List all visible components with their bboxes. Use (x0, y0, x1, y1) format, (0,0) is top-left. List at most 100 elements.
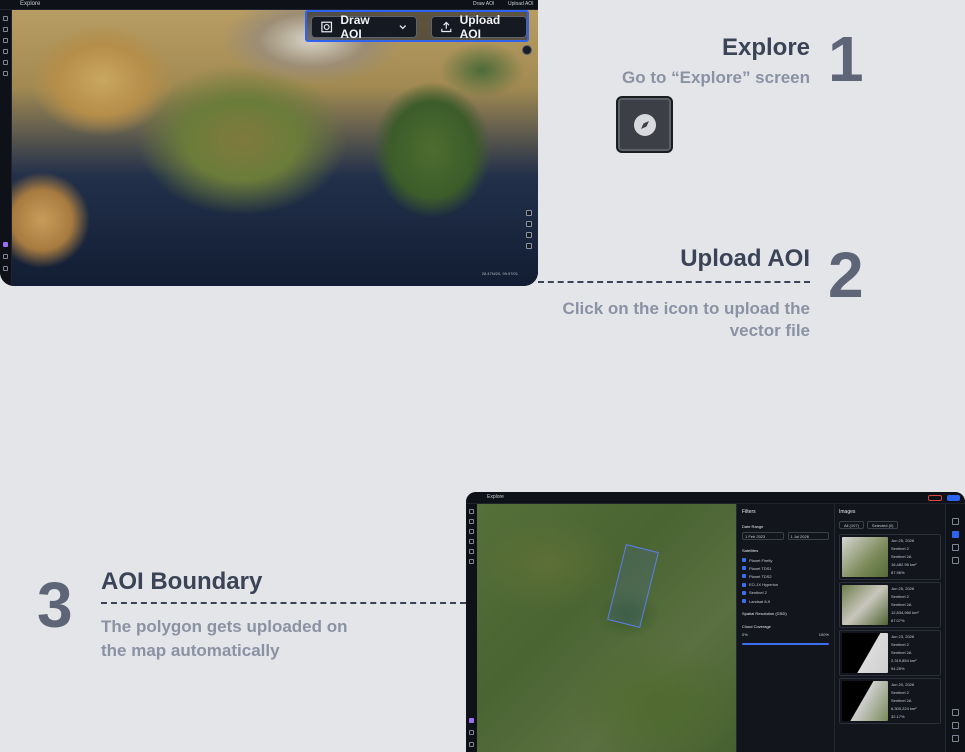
spatial-resolution-label: Spatial Resolution (GSD) (742, 611, 787, 617)
grid-nav-icon[interactable] (469, 559, 474, 564)
cloud-min: 0% (742, 632, 748, 638)
card-cloud: 32.17% (891, 714, 905, 719)
images-tool-icon[interactable] (952, 531, 959, 538)
zoom-in-icon[interactable] (526, 210, 532, 216)
layers-nav-icon[interactable] (3, 27, 8, 32)
aoi-boundary-screenshot: Explore Filters Date Range 1 Feb 2023 1 … (466, 492, 965, 752)
chart-nav-icon[interactable] (3, 60, 8, 65)
tab-selected[interactable]: Selected (0) (866, 521, 899, 529)
history-nav-icon[interactable] (3, 38, 8, 43)
image-card[interactable]: Jun 20, 2026 Sentinel 2 Sentinel 2A 6,300,2… (839, 678, 941, 724)
step1-subtitle: Go to “Explore” screen (622, 68, 810, 87)
cloud-max: 100% (818, 632, 829, 638)
step3-subtitle-line1: The polygon gets uploaded on (101, 617, 348, 636)
step2-title: Upload AOI (680, 245, 810, 272)
step3-subtitle-line2: the map automatically (101, 641, 280, 660)
explore-nav-icon[interactable] (3, 16, 8, 21)
satellite-name: Planet TDS1 (749, 565, 772, 571)
step2-subtitle-line1: Click on the icon to upload the (562, 299, 810, 318)
draw-aoi-label: Draw AOI (340, 13, 370, 41)
filters-title: Filters (742, 509, 756, 515)
locate-icon[interactable] (952, 735, 959, 742)
map-compass-icon[interactable] (522, 45, 532, 55)
zoom-out-icon[interactable] (952, 722, 959, 729)
checkbox-icon[interactable] (742, 599, 746, 604)
zoom-in-icon[interactable] (952, 709, 959, 716)
satellite-name: Sentinel 2 (749, 590, 767, 596)
right-tool-rail (945, 504, 965, 752)
top-bar: Explore Draw AOI Upload AOI (0, 0, 538, 10)
checkbox-icon[interactable] (742, 558, 746, 563)
settings-icon[interactable] (469, 742, 474, 747)
card-satellite: Sentinel 2 (891, 642, 909, 647)
grid-nav-icon[interactable] (3, 71, 8, 76)
cloud-coverage-slider[interactable] (742, 643, 829, 646)
card-date: Jun 25, 2026 (891, 586, 915, 591)
date-to-field[interactable]: 1 Jul 2026 (787, 532, 829, 540)
card-date: Jun 23, 2026 (891, 634, 915, 639)
settings-icon[interactable] (3, 266, 8, 271)
explore-nav-icon[interactable] (469, 509, 474, 514)
image-card[interactable]: Jun 25, 2026 Sentinel 2 Sentinel 2A 12,834,… (839, 582, 941, 628)
coordinates-readout: 28.47N/20, 99.97/01 (481, 271, 518, 276)
help-icon[interactable] (469, 730, 474, 735)
help-icon[interactable] (3, 254, 8, 259)
chevron-down-icon (399, 25, 407, 30)
satellite-option[interactable]: Planet TDS2 (742, 572, 829, 580)
filter-icon[interactable] (952, 544, 959, 551)
satellite-option[interactable]: Planet TDS1 (742, 564, 829, 572)
aoi-toolbar-highlight: Draw AOI Upload AOI (305, 10, 529, 42)
images-title: Images (839, 509, 856, 515)
checkbox-icon[interactable] (742, 582, 746, 587)
folder-nav-icon[interactable] (3, 49, 8, 54)
satellite-map[interactable] (477, 504, 736, 752)
zoom-out-icon[interactable] (526, 221, 532, 227)
alert-badge[interactable] (928, 495, 942, 501)
satellite-option[interactable]: Planet Firefly (742, 556, 829, 564)
satellites-label: Satellites (742, 548, 759, 553)
layers-nav-icon[interactable] (469, 519, 474, 524)
top-bar: Explore (466, 492, 965, 504)
user-avatar[interactable] (3, 242, 8, 247)
history-nav-icon[interactable] (469, 529, 474, 534)
upload-aoi-label: Upload AOI (459, 13, 501, 41)
satellite-name: EO-1X Hyperion (749, 582, 779, 588)
card-cloud: 94.25% (891, 666, 905, 671)
chart-nav-icon[interactable] (469, 549, 474, 554)
layers-icon[interactable] (526, 243, 532, 249)
image-card[interactable]: Jun 23, 2026 Sentinel 2 Sentinel 2A 2,319,8… (839, 630, 941, 676)
mini-upload-aoi[interactable]: Upload AOI (508, 1, 534, 7)
draw-aoi-button[interactable]: Draw AOI (311, 13, 417, 41)
checkbox-icon[interactable] (742, 566, 746, 571)
card-satellite: Sentinel 2 (891, 690, 909, 695)
card-band: Sentinel 2A (891, 698, 912, 703)
bookmark-icon[interactable] (952, 557, 959, 564)
explore-screenshot: Explore Draw AOI Upload AOI Draw AOI Upl… (0, 0, 538, 286)
step1-title: Explore (721, 34, 810, 61)
folder-nav-icon[interactable] (469, 539, 474, 544)
primary-action-button[interactable] (947, 495, 960, 501)
image-card[interactable]: Jun 25, 2026 Sentinel 2 Sentinel 2A 16,482.… (839, 534, 941, 580)
upload-icon (441, 21, 452, 33)
card-satellite: Sentinel 2 (891, 546, 909, 551)
satellite-option[interactable]: Sentinel 2 (742, 589, 829, 597)
satellite-option[interactable]: EO-1X Hyperion (742, 581, 829, 589)
satellite-option[interactable]: Landsat 8-9 (742, 597, 829, 605)
locate-icon[interactable] (526, 232, 532, 238)
card-band: Sentinel 2A (891, 602, 912, 607)
layers-icon[interactable] (952, 518, 959, 525)
mini-draw-aoi[interactable]: Draw AOI (473, 1, 494, 7)
checkbox-icon[interactable] (742, 574, 746, 579)
checkbox-icon[interactable] (742, 590, 746, 595)
satellite-map[interactable] (12, 10, 538, 286)
date-from-field[interactable]: 1 Feb 2023 (742, 532, 784, 540)
card-area: 6,300,224 km² (891, 706, 917, 711)
user-avatar[interactable] (469, 718, 474, 723)
sidebar (466, 504, 477, 752)
image-thumbnail (842, 681, 888, 721)
explore-compass-button[interactable] (616, 96, 673, 153)
step2-connector (538, 281, 810, 283)
tab-all[interactable]: All (107) (839, 521, 864, 529)
compass-icon (633, 113, 656, 136)
upload-aoi-button[interactable]: Upload AOI (431, 13, 527, 41)
